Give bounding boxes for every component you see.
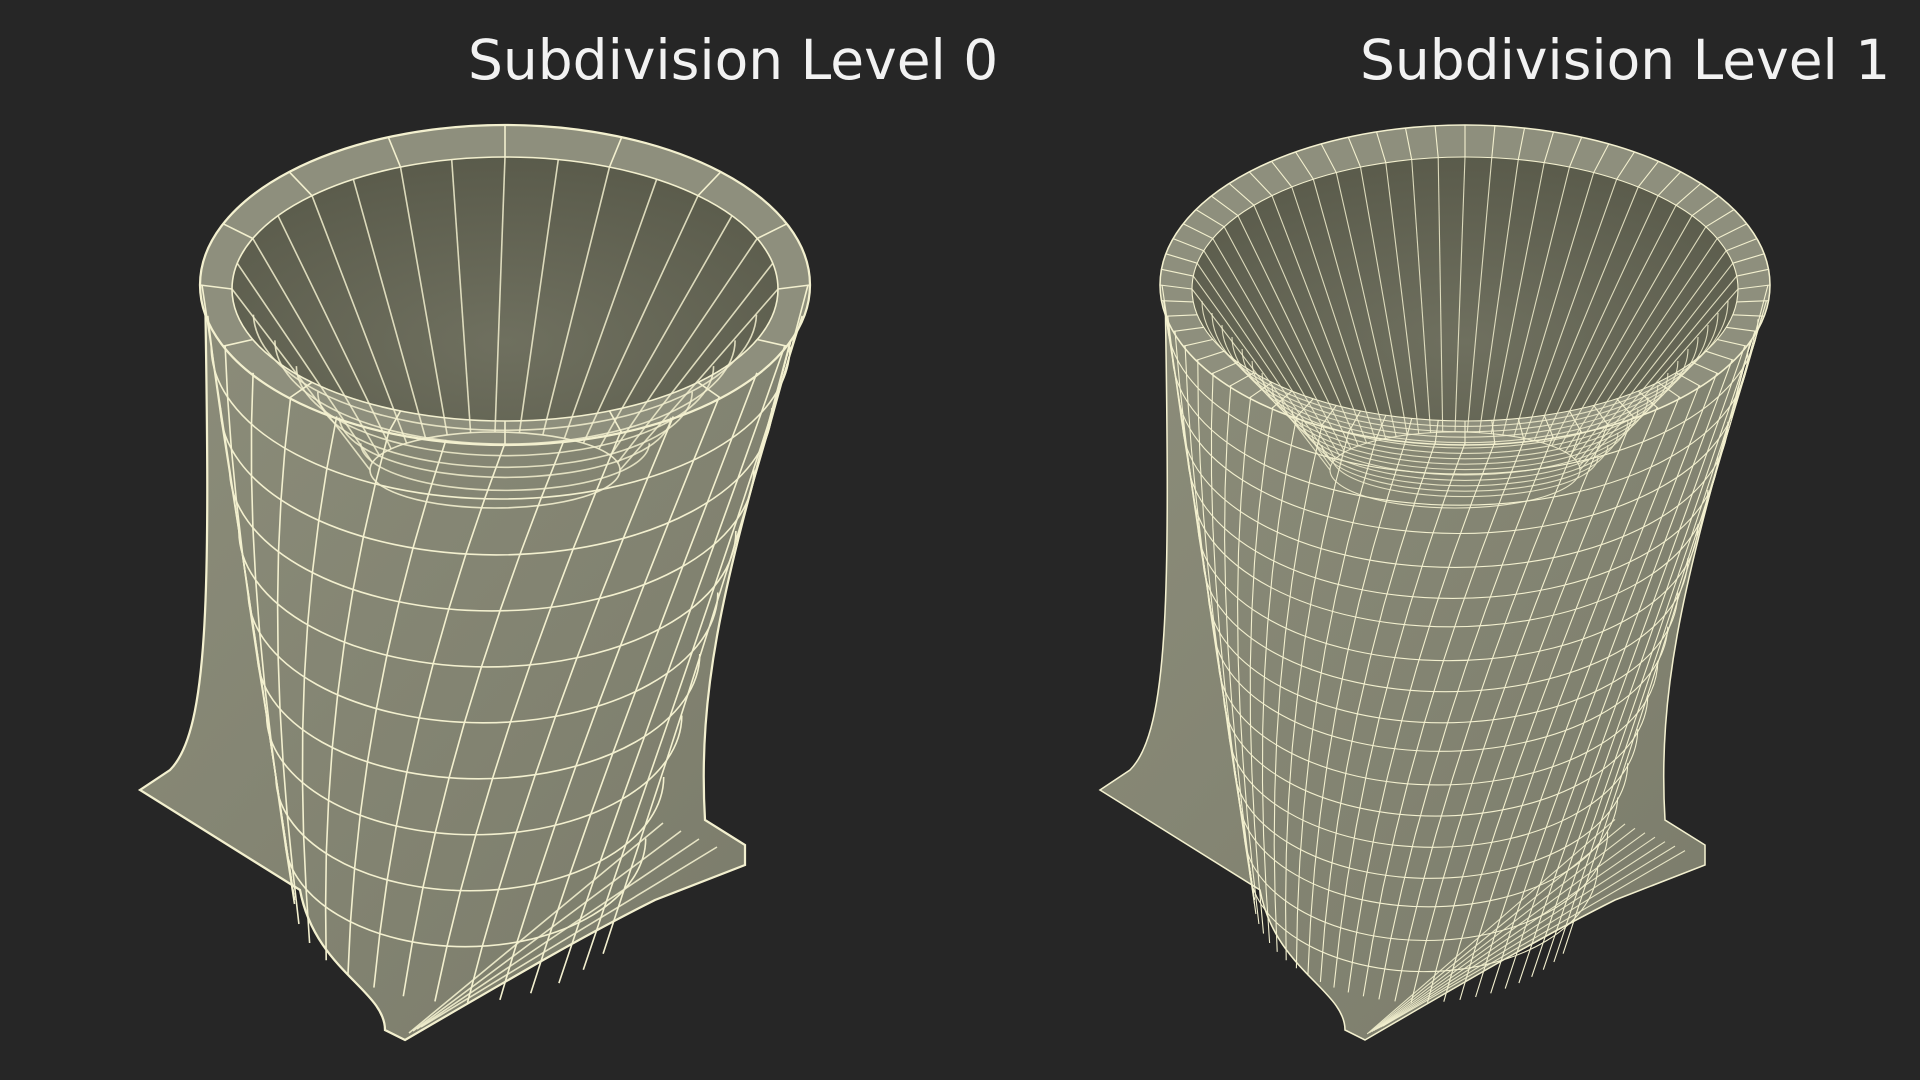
cup-mesh: [137, 123, 812, 1042]
cup-mesh: [1098, 124, 1771, 1041]
render-stage: Subdivision Level 0 Subdivision Level 1: [0, 0, 1920, 1080]
subdivision-level-1-model: [1098, 124, 1771, 1041]
subdivision-level-0-model: [137, 123, 812, 1042]
